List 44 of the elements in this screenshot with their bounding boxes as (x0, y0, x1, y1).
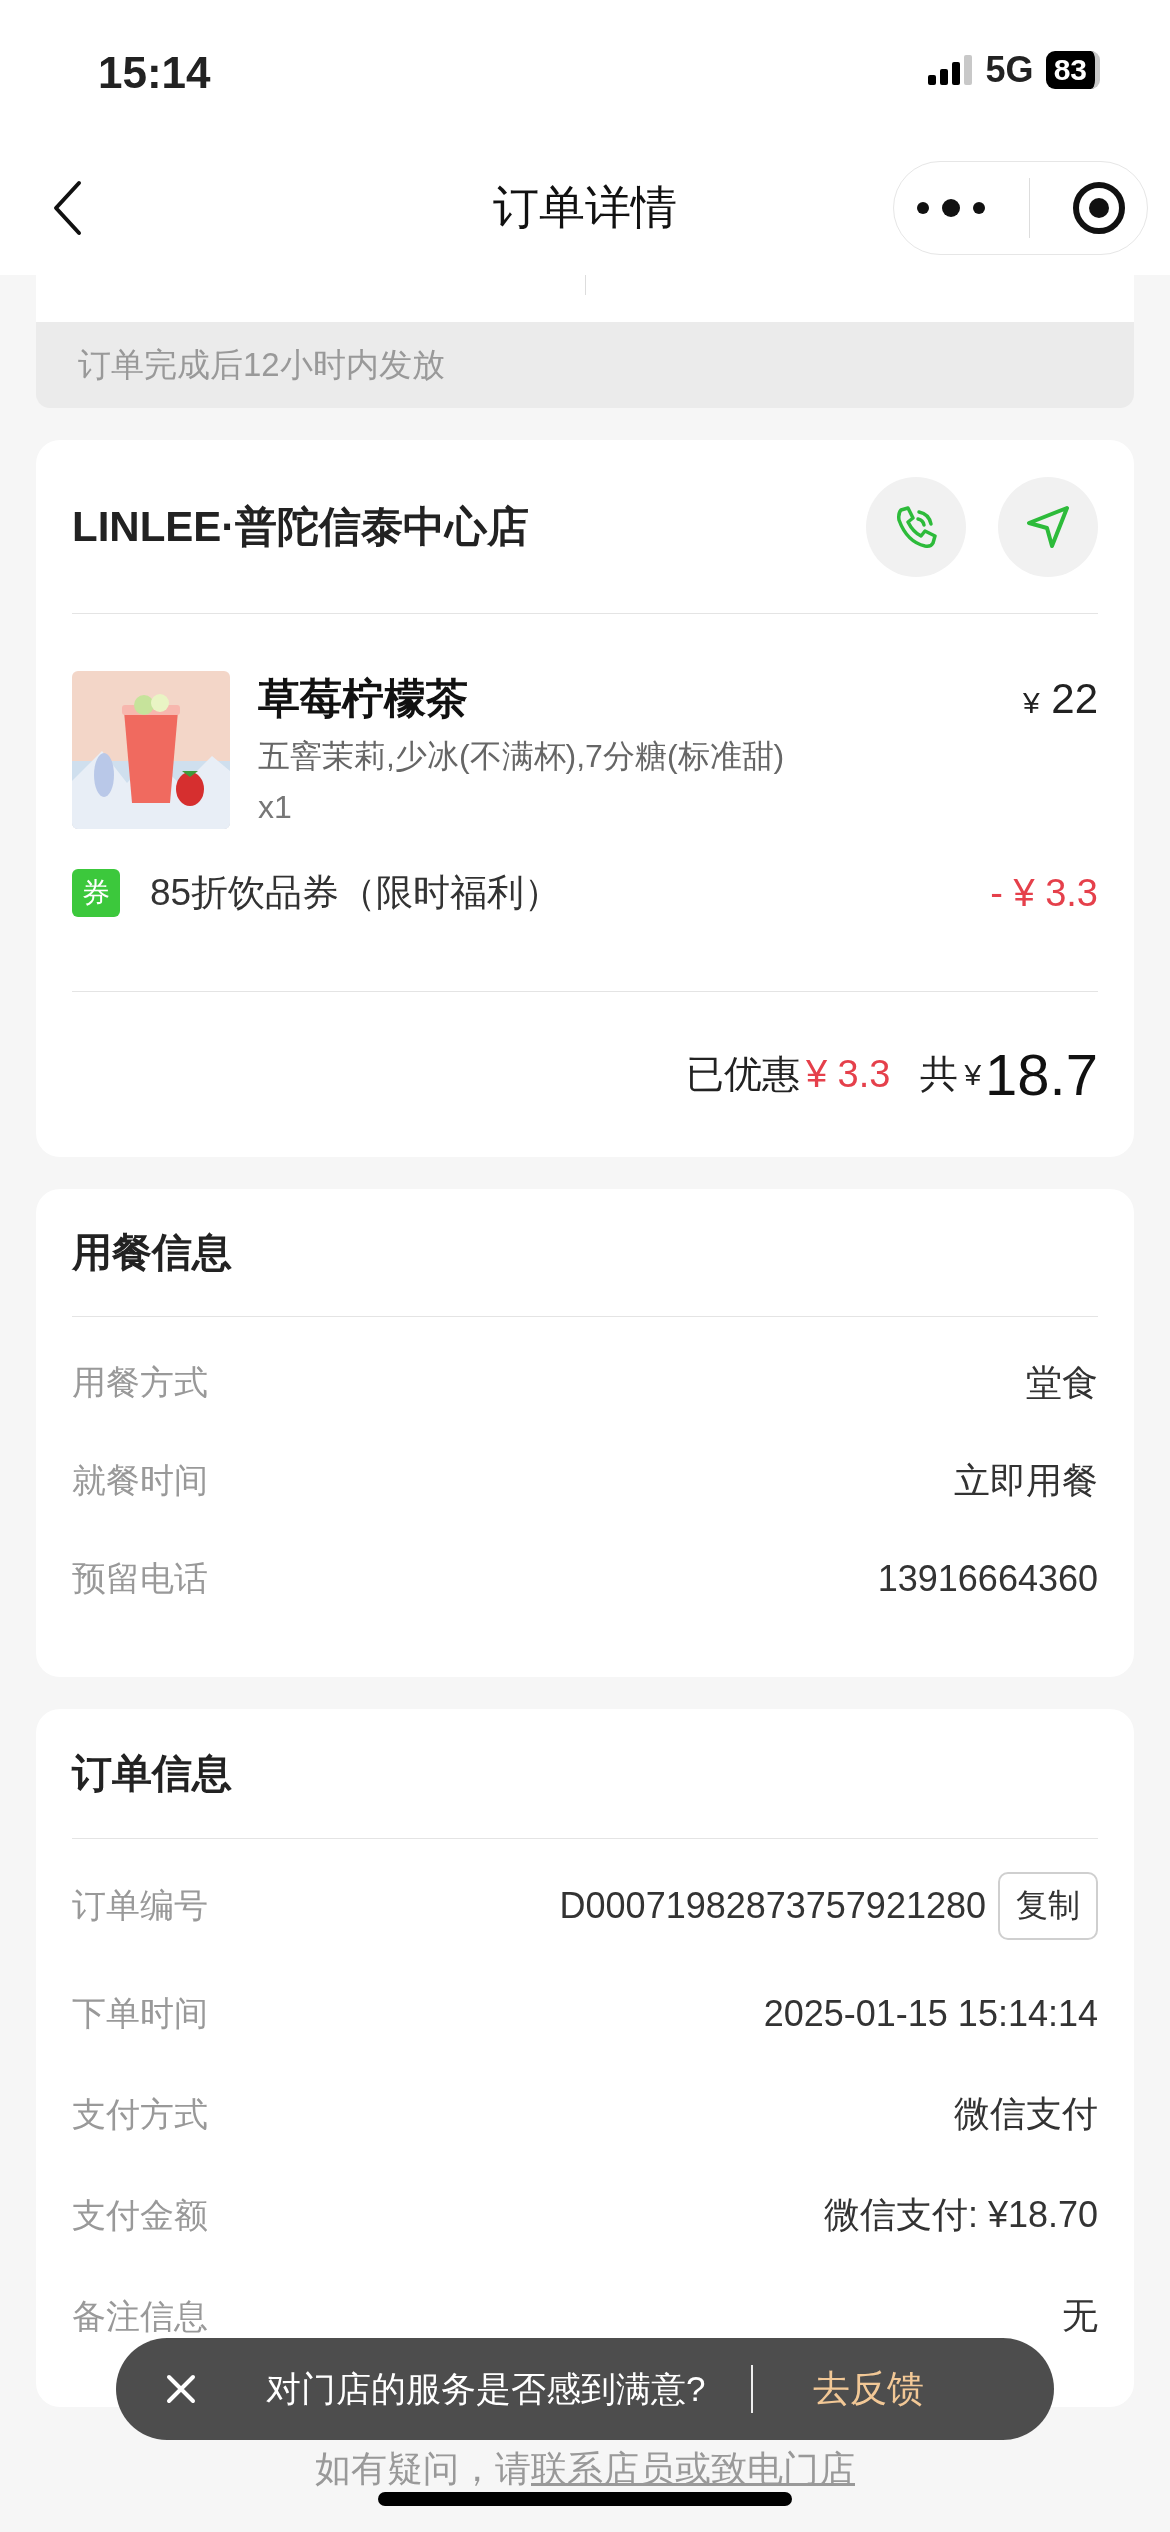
info-value: 堂食 (1026, 1360, 1098, 1405)
discount-amount: ¥ 3.3 (805, 1053, 891, 1096)
product-quantity: x1 (258, 789, 293, 826)
network-label: 5G (985, 49, 1034, 91)
info-label: 用餐方式 (72, 1362, 208, 1403)
info-label: 就餐时间 (72, 1460, 208, 1501)
feedback-question: 对门店的服务是否感到满意? (266, 2367, 706, 2410)
copy-button[interactable]: 复制 (998, 1872, 1098, 1940)
coupon-badge: 券 (72, 869, 120, 917)
close-icon[interactable] (166, 2374, 196, 2404)
info-value: 微信支付 (954, 2092, 1098, 2136)
info-label: 订单编号 (72, 1885, 208, 1926)
info-label: 预留电话 (72, 1558, 208, 1599)
info-value: D00071982873757921280 (559, 1885, 986, 1927)
product-name: 草莓柠檬茶 (258, 674, 468, 724)
info-value: 无 (1062, 2294, 1098, 2338)
signal-icon (927, 55, 974, 85)
info-label: 下单时间 (72, 1992, 208, 2034)
coupon-label: 85折饮品券（限时福利） (150, 871, 563, 915)
currency-symbol: ¥ (964, 1057, 982, 1092)
section-title: 订单信息 (72, 1750, 232, 1797)
info-label: 支付方式 (72, 2093, 208, 2135)
product-price: ¥ 22 (1022, 675, 1098, 723)
info-value: 立即用餐 (954, 1458, 1098, 1503)
status-time: 15:14 (98, 47, 211, 98)
close-mini-program-icon[interactable] (1072, 180, 1126, 235)
store-name: LINLEE·普陀信泰中心店 (72, 501, 530, 552)
total-label: 共 (920, 1052, 959, 1097)
discount-label: 已优惠 (685, 1052, 800, 1097)
info-value: 微信支付: ¥18.70 (823, 2193, 1098, 2237)
info-value: 2025-01-15 15:14:14 (763, 1992, 1098, 2035)
back-icon[interactable] (52, 179, 82, 236)
info-value: 13916664360 (877, 1558, 1098, 1600)
section-title: 用餐信息 (72, 1229, 232, 1276)
product-options: 五窨茉莉,少冰(不满杯),7分糖(标准甜) (258, 735, 1098, 779)
page-title: 订单详情 (493, 179, 677, 235)
battery-level: 83 (1045, 51, 1100, 89)
notice-text: 订单完成后12小时内发放 (78, 344, 445, 385)
total-amount: 18.7 (985, 1041, 1098, 1108)
info-label: 备注信息 (72, 2295, 208, 2337)
coupon-amount: - ¥ 3.3 (990, 871, 1098, 915)
info-label: 支付金额 (72, 2194, 208, 2236)
help-text: 如有疑问，请联系店员或致电门店 (315, 2447, 855, 2491)
feedback-link[interactable]: 去反馈 (813, 2364, 925, 2414)
